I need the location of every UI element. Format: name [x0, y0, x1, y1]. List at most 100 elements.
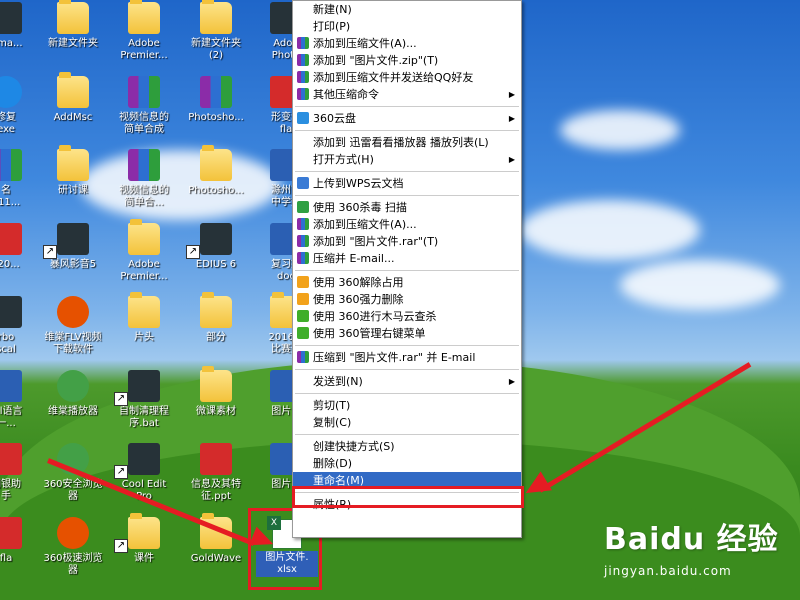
menu-item-0[interactable]: 新建(N) [293, 1, 521, 18]
desktop-icon-label: Dma... [0, 38, 23, 49]
desktop-icon-col2-4[interactable]: 片头 [108, 292, 180, 368]
desktop-icon-label: 维棠FLV视频 下载软件 [44, 332, 102, 355]
menu-item-label: 添加到压缩文件并发送给QQ好友 [313, 71, 474, 84]
desktop-icon-label: ral语言 一... [0, 405, 23, 429]
folder-icon [128, 0, 160, 34]
menu-separator [295, 393, 519, 394]
menu-item-10[interactable]: 打开方式(H) ▶ [293, 151, 521, 168]
menu-item-12[interactable]: 上传到WPS云文档 [293, 175, 521, 192]
menu-item-4[interactable]: 添加到压缩文件并发送给QQ好友 [293, 69, 521, 86]
menu-item-label: 添加到 "图片文件.rar"(T) [313, 235, 439, 248]
desktop-icon-col2-2[interactable]: 视频信息的 简单合... [108, 149, 180, 221]
winrar-icon [297, 71, 309, 83]
menu-item-label: 使用 360进行木马云查杀 [313, 310, 437, 323]
menu-item-label: 添加到压缩文件(A)... [313, 218, 417, 231]
desktop-icon-label: 片头 [134, 332, 154, 343]
desktop-icon-col2-7[interactable]: 课件 [108, 512, 180, 589]
desktop-icon-col3-4[interactable]: 部分 [180, 292, 252, 368]
menu-item-2[interactable]: 添加到压缩文件(A)... [293, 35, 521, 52]
menu-item-28[interactable]: 剪切(T) [293, 397, 521, 414]
desktop-icon-col0-1[interactable]: 修复 exe [0, 75, 42, 148]
desktop-icon-col2-5[interactable]: 自制清理程 序.bat [108, 369, 180, 442]
desktop-icon-col3-6[interactable]: 信息及其特 征.ppt [180, 443, 252, 515]
cloud-1 [520, 200, 700, 260]
menu-item-label: 添加到 迅雷看看播放器 播放列表(L) [313, 136, 489, 149]
orange-icon [57, 516, 89, 549]
menu-item-3[interactable]: 添加到 "图片文件.zip"(T) [293, 52, 521, 69]
menu-separator [295, 369, 519, 370]
desktop-icon-label: 视频信息的 简单合... [119, 185, 169, 208]
desktop-icon-label: 视频信息的 简单合成 [119, 111, 169, 135]
menu-item-17[interactable]: 压缩并 E-mail... [293, 250, 521, 267]
rar-icon [128, 149, 160, 181]
menu-separator [295, 270, 519, 271]
menu-item-15[interactable]: 添加到压缩文件(A)... [293, 216, 521, 233]
winrar-icon [297, 218, 309, 230]
menu-item-24[interactable]: 压缩到 "图片文件.rar" 并 E-mail [293, 349, 521, 366]
menu-item-22[interactable]: 使用 360管理右键菜单 [293, 325, 521, 342]
menu-separator [295, 345, 519, 346]
desktop-icon-label: 网银助 手 [0, 479, 21, 502]
desktop-icon-col0-4[interactable]: rbo scal [0, 296, 42, 368]
desktop-icon-col3-3[interactable]: EDIUS 6 [180, 222, 252, 295]
desktop-icon-col2-3[interactable]: Adobe Premier... [108, 218, 180, 295]
folder-icon [200, 365, 232, 402]
desktop-icon-label: 维棠播放器 [48, 405, 98, 417]
winrar-icon [297, 235, 309, 247]
menu-item-label: 添加到压缩文件(A)... [313, 37, 417, 50]
desktop-icon-col2-1[interactable]: 视频信息的 简单合成 [108, 75, 180, 148]
desktop-icon-col1-4[interactable]: 维棠FLV视频 下载软件 [37, 296, 109, 368]
desktop-icon-col1-1[interactable]: AddMsc [37, 71, 109, 148]
menu-item-21[interactable]: 使用 360进行木马云查杀 [293, 308, 521, 325]
desktop-icon-col0-3[interactable]: z20... [0, 222, 42, 295]
desktop-icon-col0-0[interactable]: Dma... [0, 2, 42, 74]
menu-item-1[interactable]: 打印(P) [293, 18, 521, 35]
menu-item-label: 其他压缩命令 [313, 88, 379, 101]
menu-item-31[interactable]: 创建快捷方式(S) [293, 438, 521, 455]
desktop-icon-label: Photosho... [188, 111, 244, 123]
desktop-icon-col2-6[interactable]: Cool Edit Pro [108, 443, 180, 515]
menu-item-9[interactable]: 添加到 迅雷看看播放器 播放列表(L) [293, 134, 521, 151]
menu-item-label: 发送到(N) [313, 375, 363, 388]
desktop-icon-label: 自制清理程 序.bat [119, 405, 169, 429]
menu-item-16[interactable]: 添加到 "图片文件.rar"(T) [293, 233, 521, 250]
word-icon [0, 369, 22, 402]
desktop-icon-label: z20... [0, 258, 20, 270]
desktop-icon-col1-2[interactable]: 研讨课 [37, 145, 109, 221]
folder-icon [128, 512, 160, 549]
menu-item-14[interactable]: 使用 360杀毒 扫描 [293, 199, 521, 216]
red-icon [0, 516, 22, 549]
desktop-icon-col0-5[interactable]: ral语言 一... [0, 369, 42, 442]
menu-item-label: 新建(N) [313, 3, 352, 16]
red-icon [200, 443, 232, 475]
menu-item-32[interactable]: 删除(D) [293, 455, 521, 472]
menu-item-26[interactable]: 发送到(N) ▶ [293, 373, 521, 390]
menu-item-label: 创建快捷方式(S) [313, 440, 395, 453]
desktop-icon-label: 研讨课 [58, 185, 88, 196]
desktop-icon-col1-5[interactable]: 维棠播放器 [37, 369, 109, 442]
menu-item-label: 删除(D) [313, 457, 353, 470]
desktop-icon-col3-0[interactable]: 新建文件夹 (2) [180, 0, 252, 74]
menu-item-label: 剪切(T) [313, 399, 351, 412]
shield-icon [297, 201, 309, 213]
menu-item-5[interactable]: 其他压缩命令 ▶ [293, 86, 521, 103]
desktop-icon-col2-0[interactable]: Adobe Premier... [108, 0, 180, 74]
desktop-icon-col1-3[interactable]: 暴风影音5 [37, 222, 109, 295]
desktop-icon-col3-1[interactable]: Photosho... [180, 75, 252, 148]
menu-item-7[interactable]: 360云盘 ▶ [293, 110, 521, 127]
menu-item-label: 添加到 "图片文件.zip"(T) [313, 54, 439, 67]
desktop-icon-label: 修复 exe [0, 111, 16, 135]
desktop-icon-col3-2[interactable]: Photosho... [180, 145, 252, 221]
desktop-icon-col1-0[interactable]: 新建文件夹 [37, 0, 109, 74]
desktop-icon-col3-5[interactable]: 微课素材 [180, 365, 252, 442]
menu-item-29[interactable]: 复制(C) [293, 414, 521, 431]
desktop-icon-col1-7[interactable]: 360极速浏览 器 [37, 516, 109, 589]
menu-item-19[interactable]: 使用 360解除占用 [293, 274, 521, 291]
menu-item-20[interactable]: 使用 360强力删除 [293, 291, 521, 308]
desktop-icon-col0-6[interactable]: 网银助 手 [0, 443, 42, 515]
desktop-icon-col0-7[interactable]: fla [0, 516, 42, 589]
desktop-icon-col0-2[interactable]: 名 111... [0, 149, 42, 221]
menu-item-label: 使用 360解除占用 [313, 276, 404, 289]
blue-icon [0, 75, 22, 108]
desktop-icon-label: 部分 [206, 332, 226, 343]
